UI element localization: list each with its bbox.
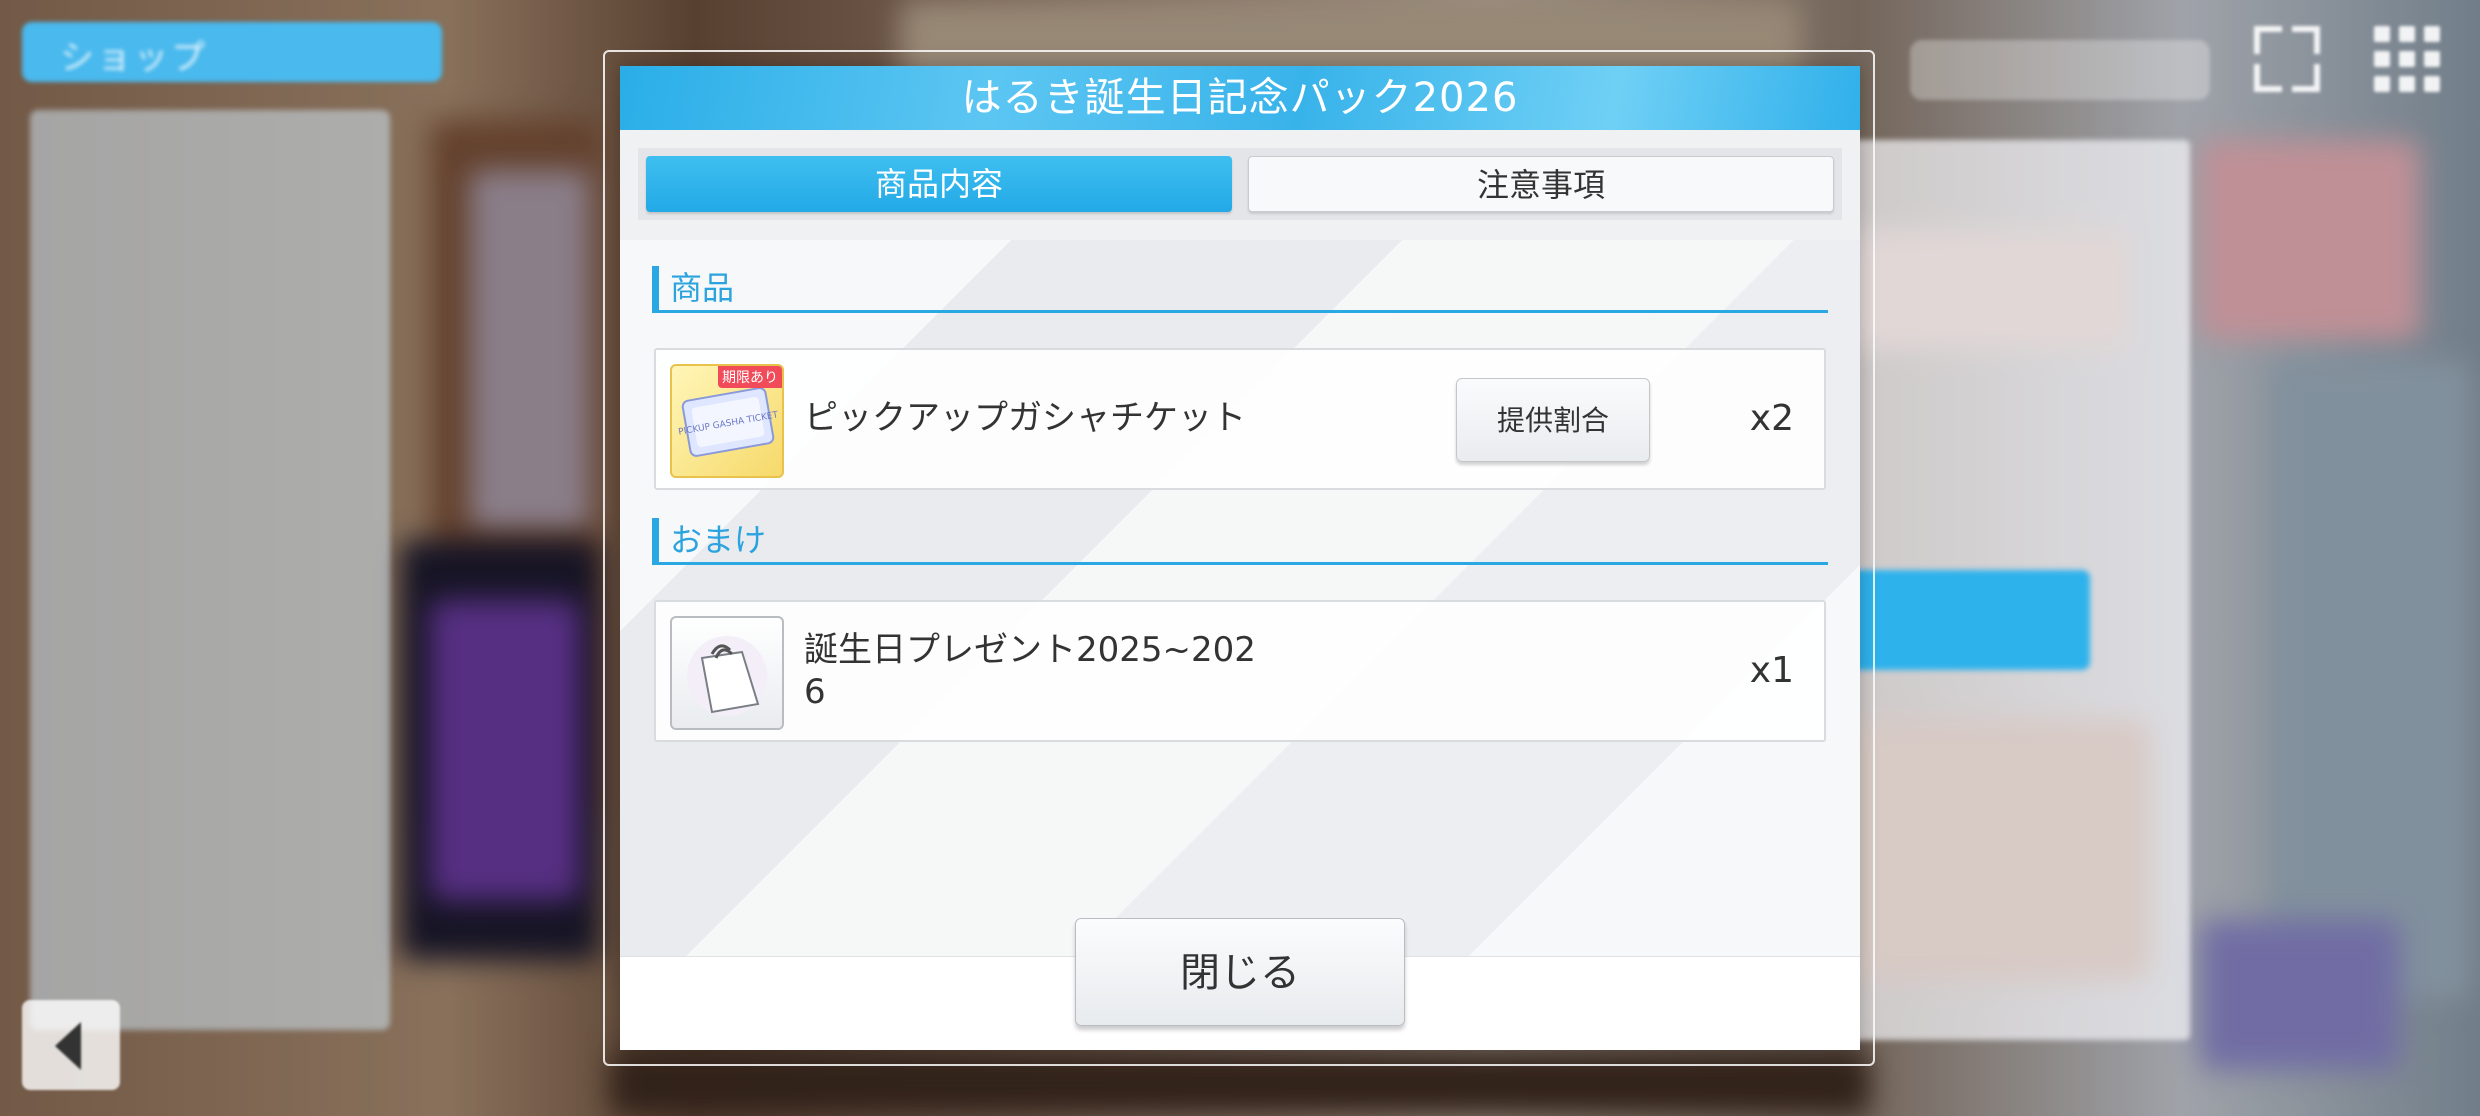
shop-menu-panel (30, 110, 390, 1030)
tab-product-contents[interactable]: 商品内容 (646, 156, 1232, 212)
gift-bag-icon (670, 616, 784, 730)
close-button[interactable]: 閉じる (1075, 918, 1405, 1026)
section-marker (652, 518, 659, 562)
section-heading-products: 商品 (652, 266, 1828, 313)
item-quantity: x2 (1749, 398, 1794, 439)
section-heading-bonus: おまけ (652, 518, 1828, 565)
currency-display (1910, 40, 2210, 100)
list-item: PICKUP GASHA TICKET 期限あり ピックアップガシャチケット 提… (654, 348, 1826, 490)
section-heading-label: おまけ (670, 521, 767, 559)
tab-notes[interactable]: 注意事項 (1248, 156, 1834, 212)
section-marker (652, 266, 659, 310)
shop-header-label: ショップ (60, 38, 208, 78)
tab-bar: 商品内容 注意事項 (638, 148, 1842, 220)
section-heading-label: 商品 (670, 269, 735, 307)
item-name-line1: 誕生日プレゼント2025~202 (804, 630, 1256, 670)
menu-grid-icon[interactable] (2374, 26, 2440, 92)
item-name-line2: 6 (804, 672, 826, 712)
list-item: 誕生日プレゼント2025~202 6 x1 (654, 600, 1826, 742)
item-name: ピックアップガシャチケット (804, 398, 1246, 438)
item-quantity: x1 (1749, 650, 1794, 691)
back-arrow-icon (55, 1022, 81, 1070)
limited-time-badge: 期限あり (718, 366, 782, 388)
fullscreen-icon[interactable] (2254, 26, 2320, 92)
drop-rate-button[interactable]: 提供割合 (1456, 378, 1650, 462)
pack-detail-dialog: はるき誕生日記念パック2026 商品内容 注意事項 商品 PICKUP GASH… (620, 66, 1860, 1050)
dialog-title: はるき誕生日記念パック2026 (961, 75, 1519, 121)
gasha-ticket-icon: PICKUP GASHA TICKET 期限あり (670, 364, 784, 478)
